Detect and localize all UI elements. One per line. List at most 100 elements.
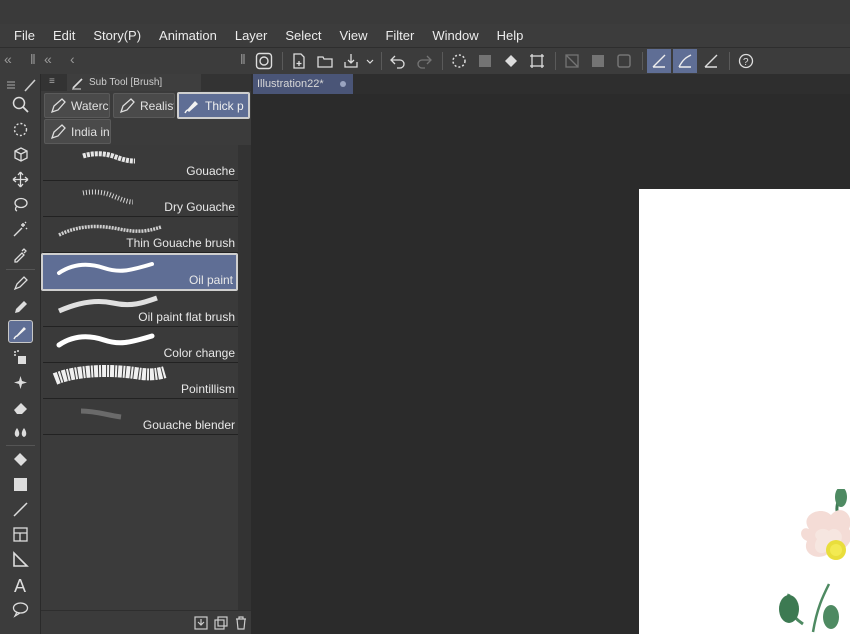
fill-icon[interactable]: [8, 448, 33, 471]
menu-edit[interactable]: Edit: [44, 24, 84, 47]
duplicate-icon[interactable]: [213, 615, 229, 631]
brush-item-thin-gouache[interactable]: Thin Gouache brush: [43, 217, 238, 253]
blend-icon[interactable]: [8, 421, 33, 444]
menu-bar: File Edit Story(P) Animation Layer Selec…: [0, 24, 850, 47]
menu-view[interactable]: View: [331, 24, 377, 47]
group-watercolor[interactable]: Waterco: [44, 93, 110, 118]
pen-icon[interactable]: [8, 272, 33, 295]
selection-border-icon[interactable]: [612, 49, 636, 73]
invert-selection-icon[interactable]: [586, 49, 610, 73]
move-icon[interactable]: [8, 168, 33, 191]
line-icon[interactable]: [8, 498, 33, 521]
group-india-ink[interactable]: India ink: [44, 119, 111, 144]
menu-animation[interactable]: Animation: [150, 24, 226, 47]
sub-tool-panel: ≡ Sub Tool [Brush] Waterco Realisti Thic…: [41, 74, 251, 634]
snap-grid-icon[interactable]: [699, 49, 723, 73]
pencil-icon[interactable]: [8, 296, 33, 319]
brush-item-gouache-blender[interactable]: Gouache blender: [43, 399, 238, 435]
canvas-area[interactable]: [251, 94, 850, 634]
brush-list-scrollbar[interactable]: [238, 145, 251, 610]
help-icon[interactable]: ?: [734, 49, 758, 73]
realistic-brush-icon: [119, 97, 135, 113]
app-logo-icon[interactable]: [252, 49, 276, 73]
menu-filter[interactable]: Filter: [376, 24, 423, 47]
transform-icon[interactable]: [525, 49, 549, 73]
brush-item-dry-gouache[interactable]: Dry Gouache: [43, 181, 238, 217]
separator: [642, 52, 643, 70]
panel-controls: « ‖ « ‹ ‖: [0, 48, 251, 74]
menu-help[interactable]: Help: [488, 24, 533, 47]
magic-wand-icon[interactable]: [8, 218, 33, 241]
brush-item-oil-paint[interactable]: Oil paint: [41, 253, 238, 291]
brush-icon: [72, 77, 83, 89]
brush-label: Dry Gouache: [164, 200, 235, 214]
snap-special-ruler-icon[interactable]: [673, 49, 697, 73]
sub-tool-tab[interactable]: Sub Tool [Brush]: [67, 74, 201, 91]
decoration-icon[interactable]: [8, 371, 33, 394]
collapse-left-icon[interactable]: «: [4, 51, 12, 67]
airbrush-icon[interactable]: [8, 346, 33, 369]
separator: [381, 52, 382, 70]
panel-menu-icon[interactable]: ≡: [49, 76, 55, 87]
import-icon[interactable]: [193, 615, 209, 631]
brush-item-oil-paint-flat[interactable]: Oil paint flat brush: [43, 291, 238, 327]
menu-window[interactable]: Window: [423, 24, 487, 47]
group-label: Waterco: [71, 98, 109, 113]
fill-bucket-icon[interactable]: [499, 49, 523, 73]
zoom-icon[interactable]: [8, 93, 33, 116]
document-tab[interactable]: Illustration22*: [253, 74, 353, 94]
brush-label: Gouache blender: [142, 418, 235, 432]
brush-label: Oil paint flat brush: [138, 310, 235, 324]
eraser-icon[interactable]: [8, 396, 33, 419]
collapse-double-icon[interactable]: «: [44, 51, 52, 67]
save-icon[interactable]: [339, 49, 363, 73]
deselect-icon[interactable]: [560, 49, 584, 73]
brush-label: Color change: [163, 346, 235, 360]
svg-text:?: ?: [743, 57, 749, 68]
brush-stroke-preview: [82, 151, 136, 164]
group-thick-paint[interactable]: Thick p: [177, 92, 250, 119]
3d-object-icon[interactable]: [8, 143, 33, 166]
menu-story[interactable]: Story(P): [84, 24, 150, 47]
menu-file[interactable]: File: [5, 24, 44, 47]
close-icon[interactable]: [340, 81, 346, 87]
undo-icon[interactable]: [386, 49, 410, 73]
canvas-paper[interactable]: [639, 189, 850, 634]
rotate-icon[interactable]: [8, 118, 33, 141]
brush-item-color-change[interactable]: Color change: [43, 327, 238, 363]
flower-artwork: [779, 489, 850, 633]
group-realistic[interactable]: Realisti: [113, 93, 175, 118]
separator: [555, 52, 556, 70]
brush-stroke-preview: [82, 189, 134, 205]
text-icon[interactable]: A: [8, 573, 33, 596]
eyedropper-icon[interactable]: [8, 243, 33, 266]
redo-icon[interactable]: [412, 49, 436, 73]
tool-palette: A: [0, 74, 41, 634]
brush-item-pointillism[interactable]: Pointillism: [43, 363, 238, 399]
new-file-icon[interactable]: [287, 49, 311, 73]
command-bar: « ‖ « ‹ ‖ ?: [0, 47, 850, 74]
brush-list: Gouache Dry Gouache Thin Gouache brush O…: [41, 145, 238, 610]
sub-tool-header: ≡ Sub Tool [Brush]: [41, 74, 251, 91]
brush-icon[interactable]: [8, 320, 33, 343]
menu-select[interactable]: Select: [276, 24, 330, 47]
snap-ruler-icon[interactable]: [647, 49, 671, 73]
chevron-down-icon[interactable]: [365, 49, 375, 73]
lasso-select-icon[interactable]: [8, 193, 33, 216]
frame-icon[interactable]: [8, 523, 33, 546]
command-icons: ?: [252, 48, 760, 74]
chevron-left-icon[interactable]: ‹: [70, 51, 75, 67]
menu-layer[interactable]: Layer: [226, 24, 277, 47]
open-file-icon[interactable]: [313, 49, 337, 73]
balloon-icon[interactable]: [8, 598, 33, 621]
brush-item-gouache[interactable]: Gouache: [43, 145, 238, 181]
gradient-icon[interactable]: [8, 473, 33, 496]
loading-icon[interactable]: [447, 49, 471, 73]
brush-stroke-preview: [56, 333, 155, 348]
brush-label: Thin Gouache brush: [126, 236, 235, 250]
delete-icon[interactable]: [233, 615, 249, 631]
ruler-icon[interactable]: [8, 548, 33, 571]
document-tab-label: Illustration22*: [257, 78, 324, 90]
group-label: India ink: [71, 124, 110, 139]
clear-icon[interactable]: [473, 49, 497, 73]
